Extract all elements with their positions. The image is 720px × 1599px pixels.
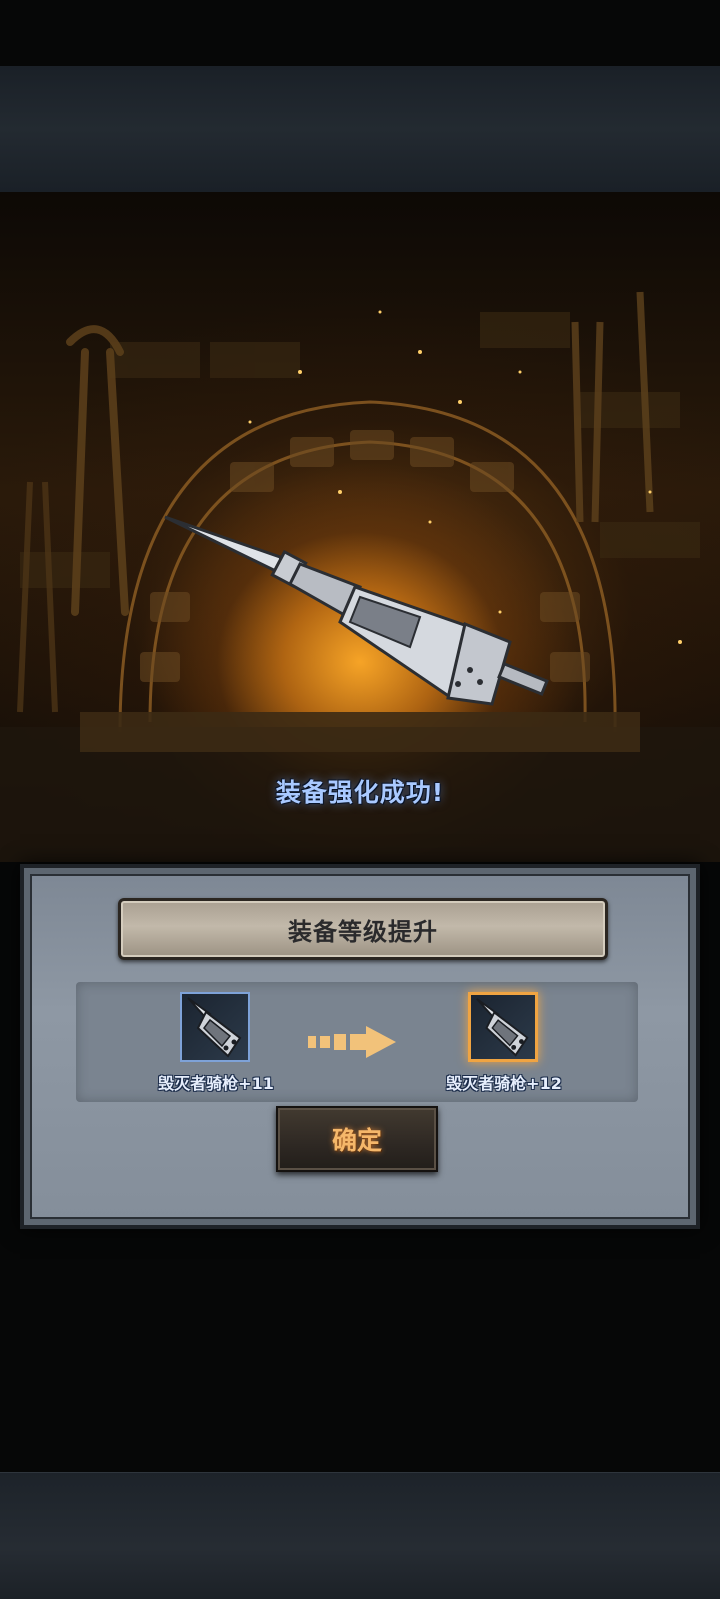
new-item-name: 毁灭者骑枪: [446, 1074, 527, 1093]
forge-background: [0, 192, 720, 862]
top-frame-band: [0, 66, 720, 192]
lance-icon: [476, 998, 529, 1057]
dialog-title-banner: 装备等级提升: [118, 898, 608, 960]
upgrade-success-message: 装备强化成功!: [275, 778, 445, 807]
confirm-button-label: 确定: [331, 1126, 382, 1155]
lance-icon: [164, 515, 549, 706]
old-item-name: 毁灭者骑枪: [158, 1074, 239, 1093]
forge-illustration: [0, 291, 720, 862]
dialog-title: 装备等级提升: [288, 917, 438, 946]
new-item-slot[interactable]: [468, 992, 538, 1062]
item-comparison-strip: 毁灭者骑枪+11 毁灭者骑枪+12: [76, 982, 638, 1102]
new-item-level: +12: [526, 1074, 562, 1093]
upgrade-dialog: 装备等级提升 毁灭者骑枪+11 毁灭者骑枪+12 确定: [20, 864, 700, 1229]
confirm-button[interactable]: 确定: [276, 1106, 438, 1172]
old-item-slot[interactable]: [180, 992, 250, 1062]
old-item-level: +11: [238, 1074, 274, 1093]
new-item-label: 毁灭者骑枪+12: [424, 1070, 584, 1094]
old-item-label: 毁灭者骑枪+11: [136, 1070, 296, 1094]
lance-icon: [187, 997, 242, 1058]
bottom-frame-band: [0, 1472, 720, 1599]
arrow-right-icon: [308, 1026, 396, 1058]
